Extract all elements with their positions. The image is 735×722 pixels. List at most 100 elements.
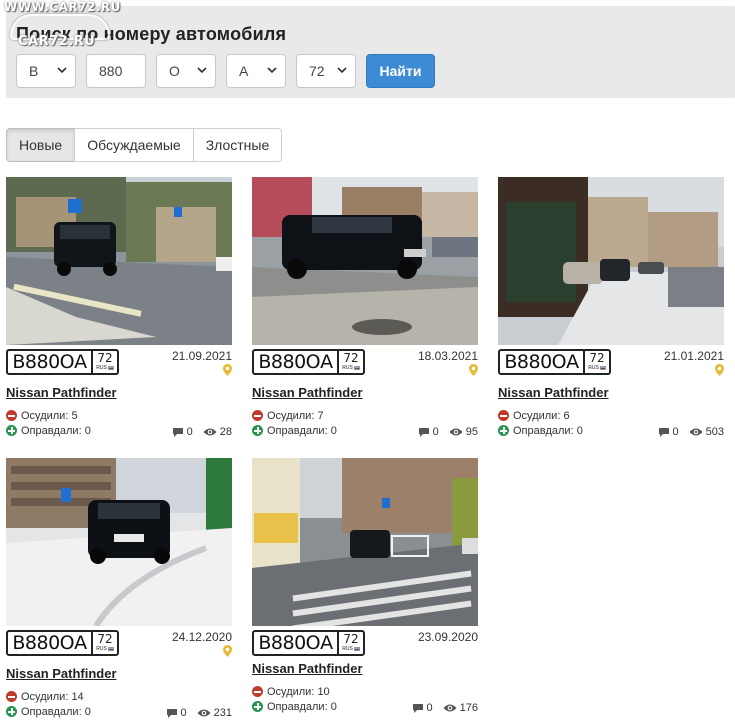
map-pin-icon[interactable] xyxy=(715,364,724,376)
condemned-label: Осудили: xyxy=(267,409,315,422)
violation-card[interactable]: В880ОА 72 RUS 21.09.2021 Nissan Pathfind… xyxy=(6,177,232,440)
map-pin-icon[interactable] xyxy=(223,645,232,657)
justified-count: 0 xyxy=(84,705,91,718)
violation-card[interactable]: В880ОА 72 RUS 23.09.2020 Nissan Pathfind… xyxy=(252,458,478,716)
condemned-count: 6 xyxy=(563,409,570,422)
letter3-select[interactable]: А xyxy=(226,54,286,88)
comments-count: 0 xyxy=(672,426,679,438)
justified-count: 0 xyxy=(330,700,337,713)
license-plate: В880ОА 72 RUS xyxy=(498,349,611,375)
card-date: 21.09.2021 xyxy=(171,349,232,363)
chevron-down-icon xyxy=(267,67,277,74)
card-title-link[interactable]: Nissan Pathfinder xyxy=(6,385,232,400)
card-photo[interactable] xyxy=(6,177,232,345)
condemned-count: 10 xyxy=(317,685,330,698)
letter2-select[interactable]: О xyxy=(156,54,216,88)
plate-number: В880ОА xyxy=(500,351,585,373)
comments-count: 0 xyxy=(186,426,193,438)
watermark-short: CAR72.RU xyxy=(18,34,96,49)
eye-icon xyxy=(689,428,703,436)
region-select[interactable]: 72 xyxy=(296,54,356,88)
plate-region: 72 xyxy=(343,351,359,365)
minus-circle-icon[interactable] xyxy=(6,691,17,702)
plate-number: В880ОА xyxy=(254,632,339,654)
plus-circle-icon[interactable] xyxy=(6,425,17,436)
justified-count: 0 xyxy=(330,424,337,437)
plate-region: 72 xyxy=(343,632,359,646)
plate-rus: RUS xyxy=(342,365,353,371)
region-value: 72 xyxy=(309,63,325,79)
violation-card[interactable]: В880ОА 72 RUS 18.03.2021 Nissan Pathfind… xyxy=(252,177,478,440)
plate-rus: RUS xyxy=(342,646,353,652)
plate-region: 72 xyxy=(97,351,113,365)
license-plate: В880ОА 72 RUS xyxy=(252,349,365,375)
tab-malicious[interactable]: Злостные xyxy=(192,128,283,162)
map-pin-icon[interactable] xyxy=(223,364,232,376)
justified-count: 0 xyxy=(84,424,91,437)
card-photo[interactable] xyxy=(252,458,478,626)
comment-icon xyxy=(658,427,669,437)
justified-label: Оправдали: xyxy=(21,424,82,437)
comment-icon xyxy=(166,708,177,718)
license-plate: В880ОА 72 RUS xyxy=(252,630,365,656)
map-pin-icon[interactable] xyxy=(469,364,478,376)
comment-icon xyxy=(418,427,429,437)
violation-card[interactable]: В880ОА 72 RUS 21.01.2021 Nissan Pathfind… xyxy=(498,177,724,440)
letter1-select[interactable]: В xyxy=(16,54,76,88)
plus-circle-icon[interactable] xyxy=(6,706,17,717)
license-plate: В880ОА 72 RUS xyxy=(6,349,119,375)
card-title-link[interactable]: Nissan Pathfinder xyxy=(252,661,478,676)
license-plate: В880ОА 72 RUS xyxy=(6,630,119,656)
russian-flag-icon xyxy=(107,366,114,370)
condemned-label: Осудили: xyxy=(21,690,69,703)
minus-circle-icon[interactable] xyxy=(6,410,17,421)
comment-icon xyxy=(412,703,423,713)
tab-new[interactable]: Новые xyxy=(6,128,76,162)
card-photo[interactable] xyxy=(498,177,724,345)
condemned-label: Осудили: xyxy=(513,409,561,422)
comments-count: 0 xyxy=(426,702,433,714)
eye-icon xyxy=(443,704,457,712)
card-date: 23.09.2020 xyxy=(417,630,478,644)
chevron-down-icon xyxy=(197,67,207,74)
card-title-link[interactable]: Nissan Pathfinder xyxy=(252,385,478,400)
russian-flag-icon xyxy=(107,647,114,651)
card-date: 18.03.2021 xyxy=(417,349,478,363)
plate-number: В880ОА xyxy=(8,632,93,654)
views-count: 231 xyxy=(213,707,232,719)
find-button[interactable]: Найти xyxy=(366,54,435,88)
minus-circle-icon[interactable] xyxy=(498,410,509,421)
justified-label: Оправдали: xyxy=(267,700,328,713)
condemned-label: Осудили: xyxy=(267,685,315,698)
card-date: 24.12.2020 xyxy=(171,630,232,644)
site-watermark: WWW.CAR72.RU CAR72.RU xyxy=(4,0,121,49)
minus-circle-icon[interactable] xyxy=(252,410,263,421)
comment-icon xyxy=(172,427,183,437)
russian-flag-icon xyxy=(353,647,360,651)
card-date: 21.01.2021 xyxy=(663,349,724,363)
card-title-link[interactable]: Nissan Pathfinder xyxy=(6,666,232,681)
views-count: 503 xyxy=(705,426,724,438)
plus-circle-icon[interactable] xyxy=(252,701,263,712)
plus-circle-icon[interactable] xyxy=(252,425,263,436)
justified-label: Оправдали: xyxy=(21,705,82,718)
eye-icon xyxy=(203,428,217,436)
plus-circle-icon[interactable] xyxy=(498,425,509,436)
card-title-link[interactable]: Nissan Pathfinder xyxy=(498,385,724,400)
plate-rus: RUS xyxy=(96,646,107,652)
condemned-count: 7 xyxy=(317,409,324,422)
minus-circle-icon[interactable] xyxy=(252,686,263,697)
card-photo[interactable] xyxy=(6,458,232,626)
card-photo[interactable] xyxy=(252,177,478,345)
plate-number: В880ОА xyxy=(8,351,93,373)
letter3-value: А xyxy=(239,63,249,79)
views-count: 28 xyxy=(219,426,232,438)
tab-discussed[interactable]: Обсуждаемые xyxy=(74,128,194,162)
russian-flag-icon xyxy=(353,366,360,370)
digits-input[interactable]: 880 xyxy=(86,54,146,88)
plate-region: 72 xyxy=(589,351,605,365)
plate-region: 72 xyxy=(97,632,113,646)
violation-card[interactable]: В880ОА 72 RUS 24.12.2020 Nissan Pathfind… xyxy=(6,458,232,721)
condemned-count: 14 xyxy=(71,690,84,703)
chevron-down-icon xyxy=(337,67,347,74)
